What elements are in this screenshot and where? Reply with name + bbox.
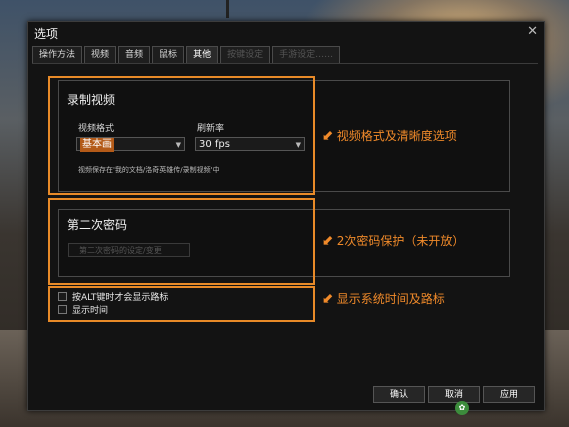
tab-key-settings[interactable]: 按键设定 — [220, 46, 271, 63]
refresh-rate-label: 刷新率 — [197, 124, 225, 134]
tab-bar: 操作方法 视频 音频 鼠标 其他 按键设定 手游设定…… — [32, 46, 342, 64]
tab-audio[interactable]: 音频 — [118, 46, 151, 63]
ok-button[interactable]: 确认 — [373, 386, 425, 403]
apply-button[interactable]: 应用 — [483, 386, 535, 403]
password-section-title: 第二次密码 — [67, 218, 128, 232]
cancel-button[interactable]: 取消 — [428, 386, 480, 403]
video-format-value: 基本画 — [80, 138, 114, 152]
annotation-options-text: 显示系统时间及路标 — [336, 292, 445, 306]
refresh-rate-select[interactable]: 30 fps ▼ — [195, 137, 305, 151]
annotation-options: ⬅ 显示系统时间及路标 — [318, 289, 445, 309]
show-time-checkbox[interactable]: 显示时间 — [58, 303, 109, 316]
show-time-label: 显示时间 — [72, 305, 109, 316]
chevron-down-icon: ▼ — [295, 141, 301, 149]
video-format-label: 视频格式 — [78, 124, 115, 134]
tower-silhouette — [226, 0, 229, 18]
close-icon[interactable]: ✕ — [527, 24, 538, 39]
annotation-video: ⬅ 视频格式及清晰度选项 — [318, 126, 457, 146]
tab-controls[interactable]: 操作方法 — [32, 46, 83, 63]
annotation-password-text: 2次密码保护（未开放） — [336, 234, 465, 248]
highlight-box-password — [48, 198, 315, 285]
refresh-rate-value: 30 fps — [199, 139, 230, 150]
chevron-down-icon: ▼ — [175, 141, 181, 149]
password-setup-button[interactable]: 第二次密码的设定/变更 — [68, 243, 190, 257]
tab-mobile-settings[interactable]: 手游设定…… — [272, 46, 341, 63]
tab-mouse[interactable]: 鼠标 — [152, 46, 185, 63]
save-location-note: 视频保存在'我的文档/洛奇英雄传/录制视频'中 — [78, 166, 220, 174]
dialog-title: 选项 — [34, 27, 59, 41]
record-section-title: 录制视频 — [67, 93, 116, 107]
checkbox-icon — [58, 291, 67, 301]
alt-waypoint-label: 按ALT键时才会显示路标 — [72, 292, 169, 303]
video-format-select[interactable]: 基本画 ▼ — [76, 137, 185, 152]
alt-waypoint-checkbox[interactable]: 按ALT键时才会显示路标 — [58, 290, 169, 303]
title-bar: 选项 ✕ — [28, 22, 544, 46]
tab-divider — [32, 63, 538, 64]
tab-other[interactable]: 其他 — [186, 46, 219, 63]
tab-video[interactable]: 视频 — [84, 46, 117, 63]
checkbox-icon — [58, 304, 67, 314]
annotation-password: ⬅ 2次密码保护（未开放） — [318, 231, 465, 251]
watermark-icon: ✿ — [455, 401, 469, 415]
annotation-video-text: 视频格式及清晰度选项 — [336, 129, 457, 143]
